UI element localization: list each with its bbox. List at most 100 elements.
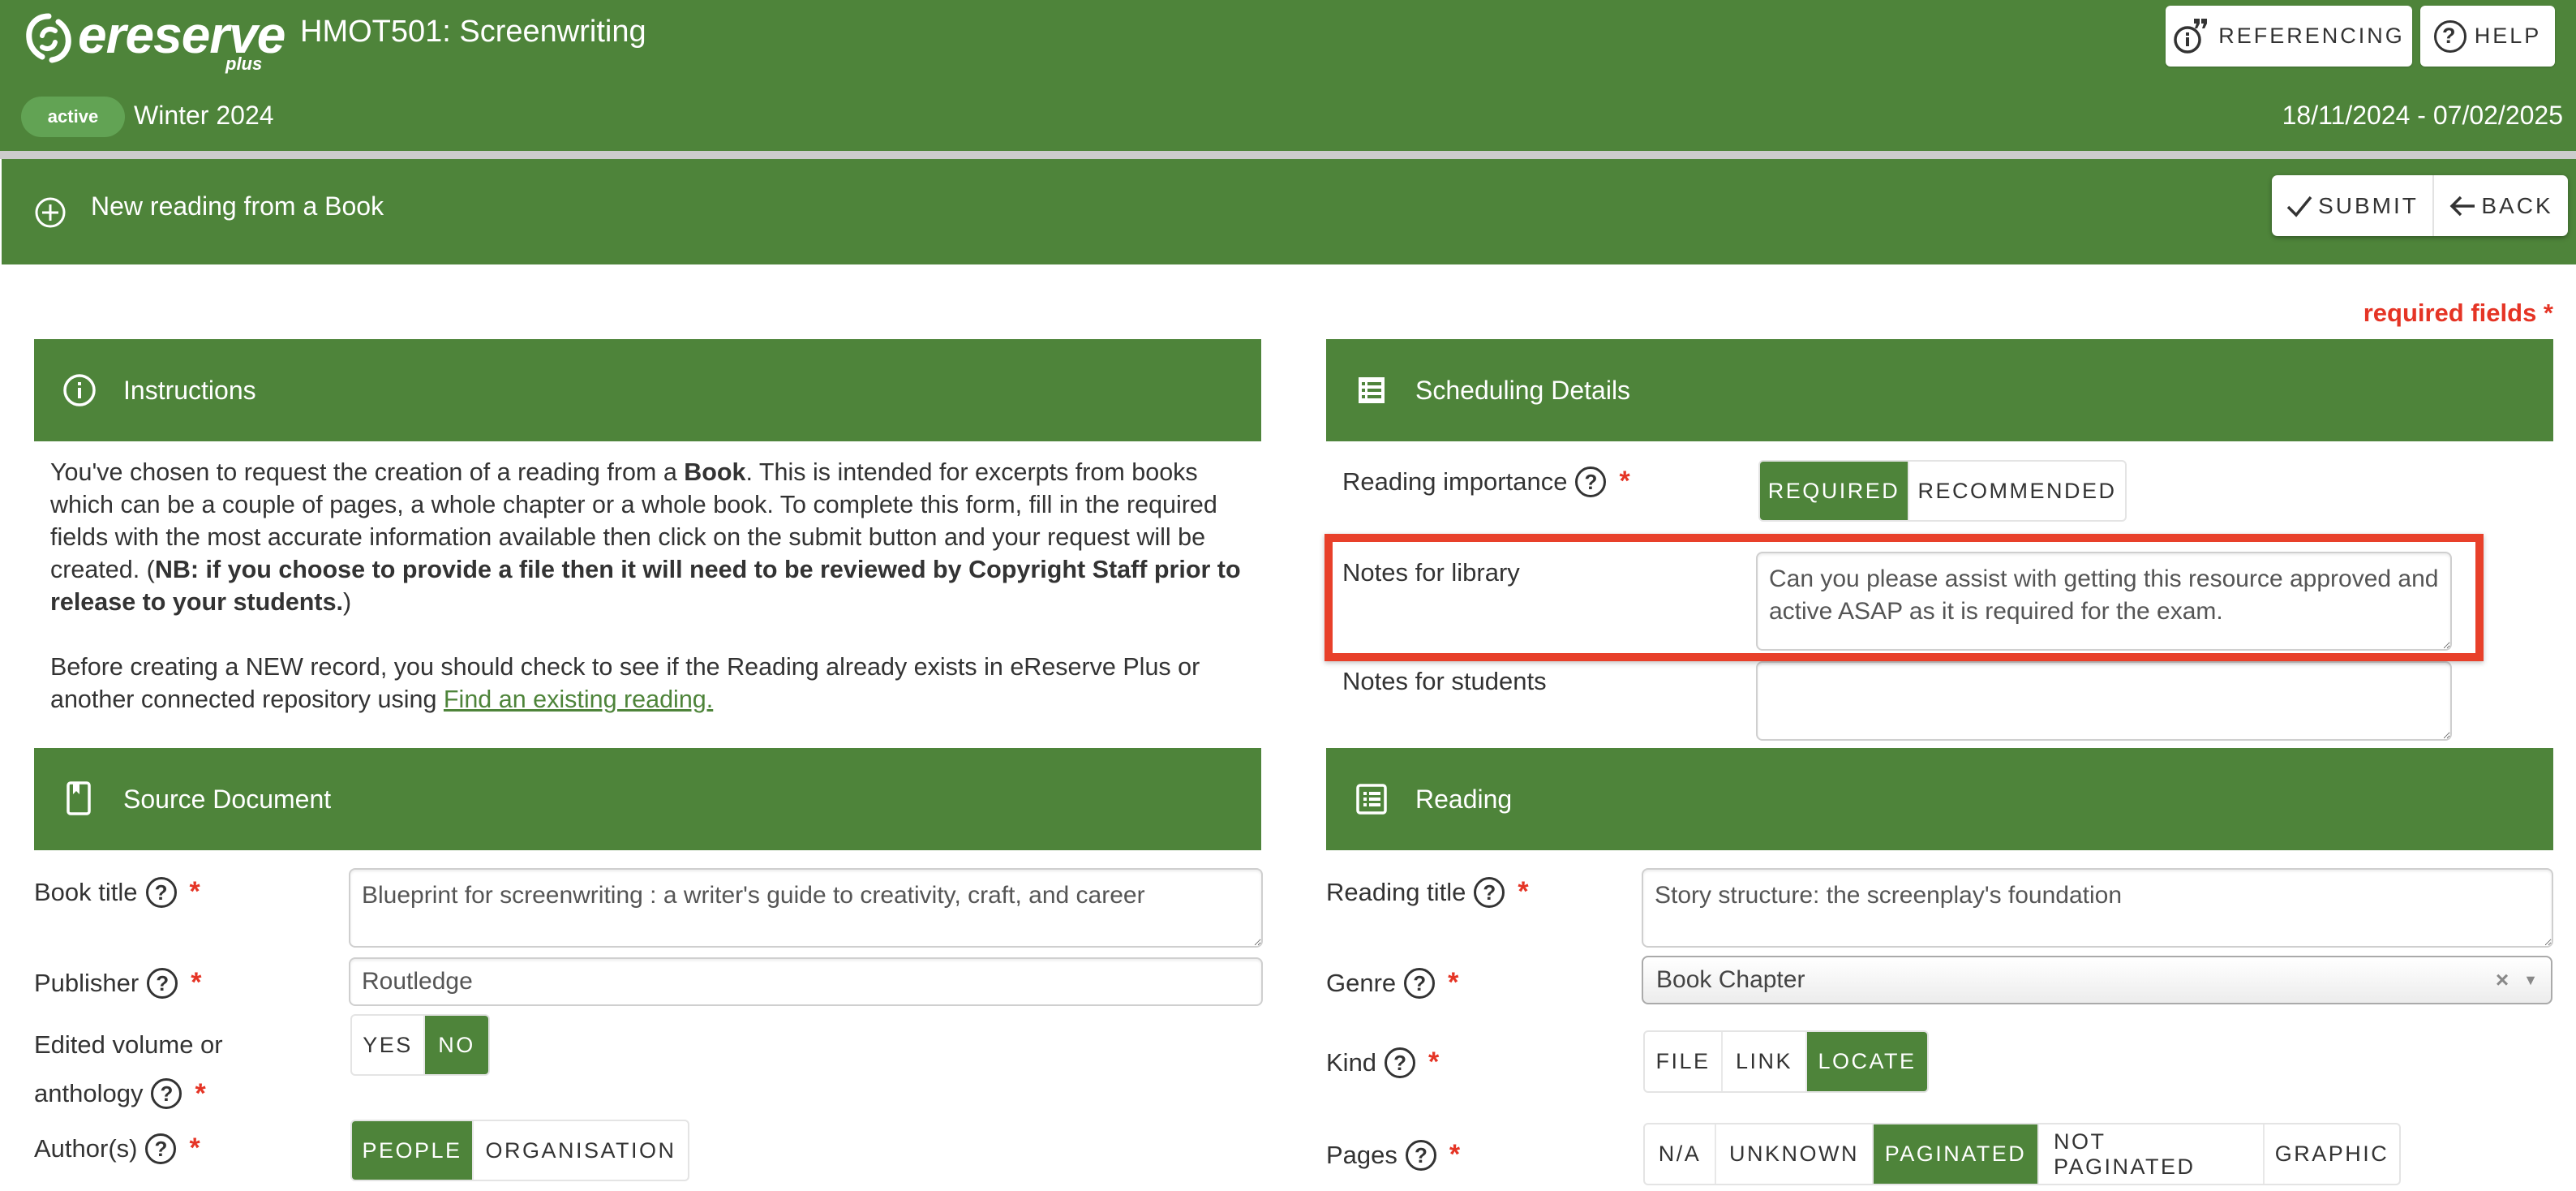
publisher-input[interactable] (349, 957, 1263, 1006)
logo-swirl-icon (26, 13, 71, 63)
pages-option-unknown[interactable]: UNKNOWN (1716, 1124, 1874, 1184)
authors-label: Author(s) ? * (34, 1133, 200, 1164)
reading-title-label: Reading title ? * (1326, 876, 1529, 908)
importance-option-recommended[interactable]: RECOMMENDED (1909, 462, 2125, 520)
instr-bold-book: Book (684, 458, 746, 486)
page-action-bar (2, 159, 2576, 264)
referencing-label: REFERENCING (2218, 24, 2405, 48)
label-line-2: anthology ? * (34, 1069, 206, 1118)
form-actions: SUBMIT BACK (2272, 175, 2568, 236)
back-button[interactable]: BACK (2434, 175, 2568, 236)
list-table-icon (1354, 372, 1389, 408)
add-circle-icon (35, 197, 66, 228)
pages-option-graphic[interactable]: GRAPHIC (2265, 1124, 2399, 1184)
help-icon: ? (2433, 19, 2467, 53)
label-text: Kind (1326, 1047, 1377, 1077)
help-icon[interactable]: ? (151, 1078, 182, 1109)
help-icon[interactable]: ? (1404, 967, 1436, 999)
reading-title-textarea[interactable]: Story structure: the screenplay's founda… (1642, 868, 2553, 948)
instructions-title: Instructions (123, 375, 256, 405)
label-text: Pages (1326, 1140, 1397, 1169)
instructions-text: You've chosen to request the creation of… (50, 456, 1251, 716)
instr-text: You've chosen to request the creation of… (50, 458, 685, 486)
pages-option-na[interactable]: N/A (1645, 1124, 1716, 1184)
required-asterisk: * (191, 967, 202, 998)
reading-importance-label: Reading importance ? * (1342, 466, 1630, 497)
required-asterisk: * (1449, 1139, 1461, 1170)
genre-select[interactable]: Book Chapter × ▼ (1642, 956, 2552, 1004)
pages-toggle: N/A UNKNOWN PAGINATED NOT PAGINATED GRAP… (1643, 1123, 2401, 1185)
kind-option-link[interactable]: LINK (1723, 1032, 1807, 1091)
required-asterisk: * (189, 1133, 200, 1163)
kind-toggle: FILE LINK LOCATE (1643, 1030, 1929, 1093)
authors-option-organisation[interactable]: ORGANISATION (474, 1121, 688, 1180)
publisher-label: Publisher ? * (34, 967, 201, 999)
label-text: Edited volume or (34, 1030, 223, 1059)
ereserve-logo[interactable]: ereserve plus (21, 6, 286, 74)
status-badge: active (21, 97, 125, 137)
label-text: Author(s) (34, 1133, 138, 1163)
referencing-info-quote-icon (2174, 18, 2208, 54)
logo-subtitle: plus (225, 54, 263, 74)
help-icon[interactable]: ? (145, 1133, 177, 1164)
instructions-paragraph-1: You've chosen to request the creation of… (50, 456, 1251, 618)
bookmark-book-icon (62, 781, 97, 817)
page-title: New reading from a Book (91, 191, 384, 221)
required-asterisk: * (1518, 876, 1529, 907)
referencing-button[interactable]: REFERENCING (2166, 6, 2412, 67)
scheduling-title: Scheduling Details (1415, 375, 1631, 405)
required-asterisk: * (195, 1078, 206, 1109)
pages-label: Pages ? * (1326, 1139, 1460, 1171)
list-icon (1354, 781, 1389, 817)
reading-title: Reading (1415, 784, 1513, 814)
edited-option-yes[interactable]: YES (352, 1016, 425, 1074)
required-asterisk: * (1619, 466, 1630, 497)
find-existing-reading-link[interactable]: Find an existing reading. (444, 686, 713, 713)
help-label: HELP (2474, 24, 2542, 48)
notes-for-students-textarea[interactable] (1756, 661, 2452, 741)
help-icon[interactable]: ? (147, 967, 178, 999)
instr-copyright-note: NB: if you choose to provide a file then… (50, 556, 1241, 616)
required-asterisk: * (1448, 967, 1459, 998)
edited-volume-toggle: YES NO (350, 1014, 490, 1076)
submit-button[interactable]: SUBMIT (2272, 175, 2434, 236)
clear-icon[interactable]: × (2496, 967, 2509, 993)
help-icon[interactable]: ? (1405, 1139, 1436, 1171)
pages-option-not-paginated[interactable]: NOT PAGINATED (2039, 1124, 2265, 1184)
label-text: anthology (34, 1079, 144, 1107)
label-text: Reading title (1326, 877, 1466, 906)
header-separator (0, 151, 2576, 159)
pages-option-paginated[interactable]: PAGINATED (1874, 1124, 2039, 1184)
arrow-left-icon (2449, 196, 2475, 216)
help-icon[interactable]: ? (1575, 466, 1607, 497)
scheduling-panel-header: Scheduling Details (1326, 339, 2553, 441)
help-icon[interactable]: ? (1385, 1047, 1416, 1078)
help-icon[interactable]: ? (145, 876, 177, 908)
reading-importance-toggle: REQUIRED RECOMMENDED (1758, 460, 2127, 522)
edited-option-no[interactable]: NO (425, 1016, 488, 1074)
source-document-panel-header: Source Document (34, 748, 1261, 850)
instr-text: ) (343, 588, 352, 616)
kind-option-file[interactable]: FILE (1645, 1032, 1723, 1091)
edited-volume-label: Edited volume or anthology ? * (34, 1021, 223, 1118)
kind-option-locate[interactable]: LOCATE (1807, 1032, 1927, 1091)
back-label: BACK (2481, 192, 2553, 218)
genre-label: Genre ? * (1326, 967, 1458, 999)
instructions-paragraph-2: Before creating a NEW record, you should… (50, 651, 1251, 716)
help-button[interactable]: ? HELP (2420, 6, 2555, 67)
source-document-title: Source Document (123, 784, 332, 814)
submit-label: SUBMIT (2318, 192, 2419, 218)
highlight-annotation-box (1324, 534, 2484, 661)
book-title-textarea[interactable]: Blueprint for screenwriting : a writer's… (349, 868, 1263, 948)
label-text: Book title (34, 877, 138, 906)
authors-option-people[interactable]: PEOPLE (352, 1121, 474, 1180)
help-icon[interactable]: ? (1474, 876, 1505, 908)
label-text: Reading importance (1342, 467, 1568, 496)
required-fields-note: required fields * (2363, 299, 2553, 327)
check-icon (2286, 196, 2312, 217)
importance-option-required[interactable]: REQUIRED (1760, 462, 1909, 520)
label-text: Genre (1326, 968, 1397, 997)
chevron-down-icon[interactable]: ▼ (2523, 972, 2538, 989)
notes-for-students-label: Notes for students (1342, 667, 1547, 695)
reading-panel-header: Reading (1326, 748, 2553, 850)
